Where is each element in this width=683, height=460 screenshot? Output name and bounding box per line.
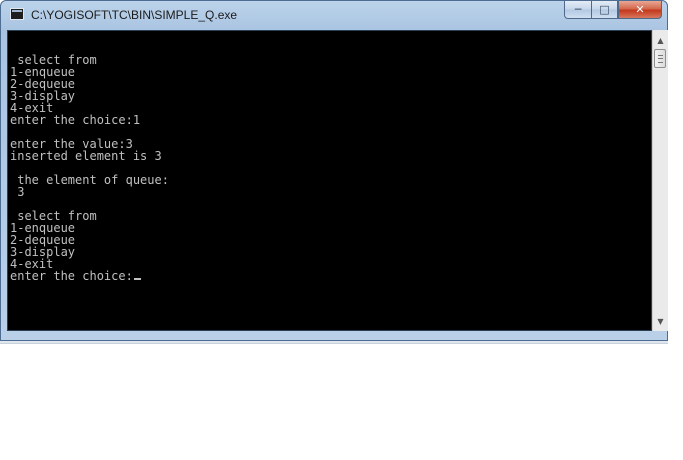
minimize-icon: ─: [574, 3, 582, 16]
console-line: inserted element is 3: [10, 149, 162, 163]
console-output[interactable]: select from 1-enqueue 2-dequeue 3-displa…: [7, 30, 652, 331]
scrollbar-thumb[interactable]: [654, 49, 666, 68]
window-bottom-edge: [0, 341, 668, 344]
title-bar[interactable]: C:\YOGISOFT\TC\BIN\SIMPLE_Q.exe ─ □ ✕: [1, 1, 667, 31]
console-line: the element of queue:: [10, 173, 169, 187]
console-line: 3: [10, 185, 25, 199]
maximize-icon: □: [599, 3, 610, 16]
chevron-down-icon: ▼: [657, 316, 664, 326]
close-icon: ✕: [635, 3, 645, 16]
close-button[interactable]: ✕: [618, 1, 662, 19]
console-line: enter the choice:: [10, 269, 133, 283]
window-title: C:\YOGISOFT\TC\BIN\SIMPLE_Q.exe: [31, 8, 238, 22]
text-cursor: [133, 278, 141, 280]
window-controls: ─ □ ✕: [564, 1, 662, 20]
console-line: enter the choice:1: [10, 113, 141, 127]
maximize-button[interactable]: □: [591, 1, 618, 19]
minimize-button[interactable]: ─: [564, 1, 591, 19]
console-app-icon[interactable]: [10, 8, 24, 20]
chevron-up-icon: ▲: [657, 35, 664, 45]
vertical-scrollbar[interactable]: ▲ ▼: [652, 30, 668, 331]
console-text: select from 1-enqueue 2-dequeue 3-displa…: [10, 42, 169, 282]
scroll-down-button[interactable]: ▼: [653, 313, 668, 329]
scroll-up-button[interactable]: ▲: [653, 32, 668, 48]
